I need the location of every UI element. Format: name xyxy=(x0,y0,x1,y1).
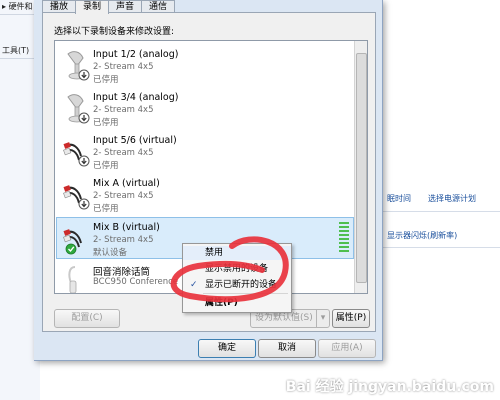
menu-item-show-disabled[interactable]: 显示禁用的设备 xyxy=(183,262,291,276)
menu-item-disable[interactable]: 禁用 xyxy=(183,246,291,260)
device-item-input-1-2[interactable]: Input 1/2 (analog) 2- Stream 4x5 已停用 xyxy=(57,45,353,85)
menu-item-label: 禁用 xyxy=(205,248,224,258)
device-driver: 2- Stream 4x5 xyxy=(93,191,154,201)
device-status: 默认设备 xyxy=(93,248,128,258)
background-divider xyxy=(375,211,500,212)
default-device-check-icon xyxy=(65,243,77,255)
ok-button[interactable]: 确定 xyxy=(198,339,256,358)
device-status: 已停用 xyxy=(93,161,119,171)
background-link-sleep-time[interactable]: 眠时间 xyxy=(387,193,411,204)
rca-cable-icon xyxy=(63,142,90,167)
device-name: Mix B (virtual) xyxy=(93,222,160,233)
headset-microphone-icon xyxy=(68,266,77,293)
microphone-icon xyxy=(67,51,90,81)
device-driver: 2- Stream 4x5 xyxy=(93,105,154,115)
device-name: Input 5/6 (virtual) xyxy=(93,135,177,146)
microphone-icon xyxy=(67,94,90,124)
menu-item-label: 属性(P) xyxy=(205,298,238,308)
instruction-text: 选择以下录制设备来修改设置: xyxy=(54,27,175,37)
checkmark-icon: ✓ xyxy=(190,280,198,290)
device-driver: 2- Stream 4x5 xyxy=(93,62,154,72)
device-driver: 2- Stream 4x5 xyxy=(93,148,154,158)
device-status: 已停用 xyxy=(93,204,119,214)
menu-item-label: 显示禁用的设备 xyxy=(205,264,269,274)
menu-item-properties[interactable]: 属性(P) xyxy=(183,296,291,310)
background-divider xyxy=(375,247,500,248)
properties-button[interactable]: 属性(P) xyxy=(332,309,370,328)
apply-button[interactable]: 应用(A) xyxy=(318,339,376,358)
device-status: 已停用 xyxy=(93,75,119,85)
watermark: Bai 经验 jingyan.baidu.com xyxy=(285,379,494,395)
device-item-mix-a[interactable]: Mix A (virtual) 2- Stream 4x5 已停用 xyxy=(57,174,353,214)
menu-item-show-disconnected[interactable]: ✓ 显示已断开的设备 xyxy=(183,278,291,292)
configure-button[interactable]: 配置(C) xyxy=(54,309,120,328)
device-status: 已停用 xyxy=(93,118,119,128)
device-item-input-5-6[interactable]: Input 5/6 (virtual) 2- Stream 4x5 已停用 xyxy=(57,131,353,171)
chevron-down-icon[interactable]: ▾ xyxy=(316,310,329,327)
device-item-input-3-4[interactable]: Input 3/4 (analog) 2- Stream 4x5 已停用 xyxy=(57,88,353,128)
device-name: Mix A (virtual) xyxy=(93,178,160,189)
device-name: Input 3/4 (analog) xyxy=(93,92,179,103)
background-link-power-plan[interactable]: 选择电源计划 xyxy=(428,193,476,204)
menu-separator xyxy=(203,293,288,294)
rca-cable-icon xyxy=(63,229,82,255)
menu-item-label: 显示已断开的设备 xyxy=(205,280,278,290)
background-link-refresh-rate[interactable]: 显示器闪烁(刷新率) xyxy=(387,230,457,241)
rca-cable-icon xyxy=(63,185,90,210)
cancel-button[interactable]: 取消 xyxy=(258,339,316,358)
device-name: 回音消除话筒 xyxy=(93,267,151,278)
context-menu: 禁用 显示禁用的设备 ✓ 显示已断开的设备 属性(P) xyxy=(182,243,292,313)
level-meter xyxy=(339,222,349,252)
scrollbar-thumb[interactable] xyxy=(356,53,367,283)
device-name: Input 1/2 (analog) xyxy=(93,49,179,60)
device-driver: BCC950 Conference xyxy=(93,277,179,287)
device-list-scrollbar[interactable] xyxy=(354,41,367,293)
device-driver: 2- Stream 4x5 xyxy=(93,235,154,245)
tab-recording[interactable]: 录制 xyxy=(75,0,110,14)
